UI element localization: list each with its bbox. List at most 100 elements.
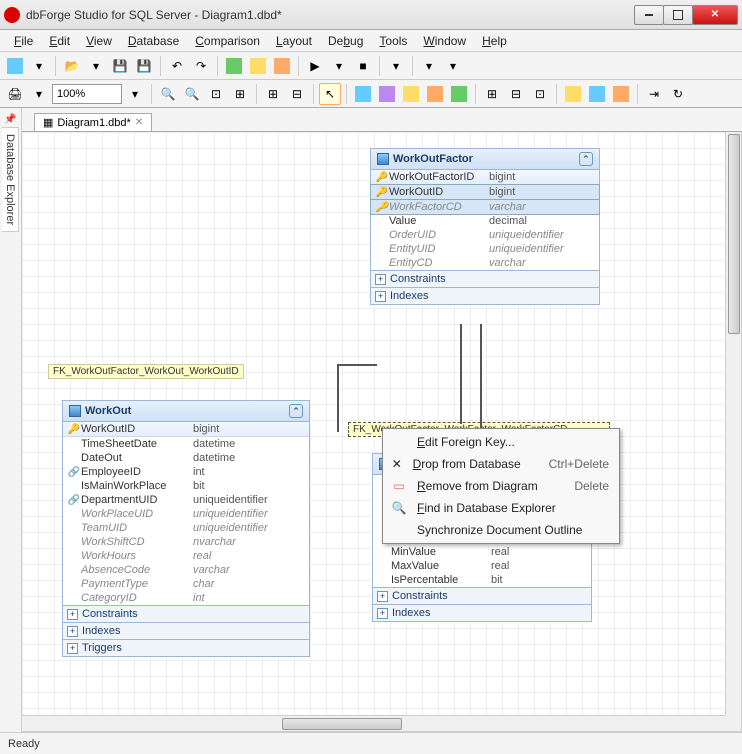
- task-button[interactable]: [223, 55, 245, 77]
- fk-label-workout[interactable]: FK_WorkOutFactor_WorkOut_WorkOutID: [48, 364, 244, 379]
- style3-button[interactable]: [610, 83, 632, 105]
- tab-diagram1[interactable]: ▦ Diagram1.dbd* ✕: [34, 113, 152, 131]
- zoomfit-button[interactable]: ⊡: [205, 83, 227, 105]
- run-button[interactable]: ▶: [304, 55, 326, 77]
- entity-header[interactable]: WorkOut ⌃: [63, 401, 309, 422]
- entity-workout[interactable]: WorkOut ⌃ 🔑WorkOutIDbigintTimeSheetDated…: [62, 400, 310, 657]
- relationship-line[interactable]: [337, 364, 377, 366]
- entity-workoutfactor[interactable]: WorkOutFactor ⌃ 🔑WorkOutFactorIDbigint🔑W…: [370, 148, 600, 305]
- menu-file[interactable]: File: [6, 32, 41, 50]
- nav-end-button[interactable]: ⇥: [643, 83, 665, 105]
- page-button[interactable]: ▾: [28, 83, 50, 105]
- section-indexes[interactable]: +Indexes: [371, 287, 599, 304]
- column-row[interactable]: 🔑WorkOutIDbigint: [63, 422, 309, 437]
- entity-header[interactable]: WorkOutFactor ⌃: [371, 149, 599, 170]
- stop-button[interactable]: ■: [352, 55, 374, 77]
- menu-comparison[interactable]: Comparison: [187, 32, 268, 50]
- column-row[interactable]: CategoryIDint: [63, 591, 309, 605]
- column-row[interactable]: MinValuereal: [373, 545, 591, 559]
- menu-view[interactable]: View: [78, 32, 120, 50]
- relationship-line[interactable]: [460, 324, 462, 424]
- collapse-icon[interactable]: ⌃: [579, 152, 593, 166]
- column-row[interactable]: OrderUIDuniqueidentifier: [371, 228, 599, 242]
- column-row[interactable]: TeamUIDuniqueidentifier: [63, 521, 309, 535]
- menu-window[interactable]: Window: [415, 32, 474, 50]
- print-button[interactable]: 🖨: [4, 83, 26, 105]
- pin-icon[interactable]: 📌: [4, 114, 16, 125]
- column-row[interactable]: 🔑WorkOutFactorIDbigint: [371, 170, 599, 185]
- column-row[interactable]: IsMainWorkPlacebit: [63, 479, 309, 493]
- redo-button[interactable]: ↷: [190, 55, 212, 77]
- menu-database[interactable]: Database: [120, 32, 187, 50]
- collapse-icon[interactable]: ⌃: [289, 404, 303, 418]
- zoom-dropdown[interactable]: ▾: [124, 83, 146, 105]
- diagram-canvas[interactable]: WorkOutFactor ⌃ 🔑WorkOutFactorIDbigint🔑W…: [22, 132, 742, 732]
- menu-debug[interactable]: Debug: [320, 32, 371, 50]
- ctx-edit-fk[interactable]: Edit Foreign Key...: [385, 431, 617, 453]
- autolayout-button[interactable]: ⊞: [262, 83, 284, 105]
- new-query-button[interactable]: ▾: [28, 55, 50, 77]
- column-row[interactable]: AbsenceCodevarchar: [63, 563, 309, 577]
- section-constraints[interactable]: +Constraints: [63, 605, 309, 622]
- zoomout-button[interactable]: 🔍: [181, 83, 203, 105]
- misc1-button[interactable]: ▾: [418, 55, 440, 77]
- refresh-button[interactable]: ↻: [667, 83, 689, 105]
- container3-button[interactable]: [424, 83, 446, 105]
- note-button[interactable]: [448, 83, 470, 105]
- column-row[interactable]: IsPercentablebit: [373, 573, 591, 587]
- ctx-remove-diagram[interactable]: ▭Remove from DiagramDelete: [385, 475, 617, 497]
- misc2-button[interactable]: ▾: [442, 55, 464, 77]
- undo-button[interactable]: ↶: [166, 55, 188, 77]
- menu-edit[interactable]: Edit: [41, 32, 78, 50]
- close-button[interactable]: [692, 5, 738, 25]
- open-button[interactable]: 📂: [61, 55, 83, 77]
- menu-help[interactable]: Help: [474, 32, 515, 50]
- column-row[interactable]: EntityUIDuniqueidentifier: [371, 242, 599, 256]
- relationship-line[interactable]: [337, 364, 339, 432]
- zoom-combo[interactable]: 100%: [52, 84, 122, 104]
- ctx-sync-outline[interactable]: Synchronize Document Outline: [385, 519, 617, 541]
- zoomin-button[interactable]: 🔍: [157, 83, 179, 105]
- column-row[interactable]: 🔑WorkFactorCDvarchar: [370, 199, 600, 215]
- column-row[interactable]: Valuedecimal: [371, 214, 599, 228]
- group3-button[interactable]: ⊡: [529, 83, 551, 105]
- column-row[interactable]: EntityCDvarchar: [371, 256, 599, 270]
- layout2-button[interactable]: ⊟: [286, 83, 308, 105]
- ctx-find-explorer[interactable]: 🔍Find in Database Explorer: [385, 497, 617, 519]
- task2-button[interactable]: [247, 55, 269, 77]
- column-row[interactable]: 🔑WorkOutIDbigint: [370, 184, 600, 200]
- scrollbar-thumb[interactable]: [282, 718, 402, 730]
- tab-close-icon[interactable]: ✕: [135, 117, 143, 128]
- sidebar-tab-dbexplorer[interactable]: Database Explorer: [2, 127, 19, 232]
- column-row[interactable]: 🔗EmployeeIDint: [63, 465, 309, 479]
- zoomsel-button[interactable]: ⊞: [229, 83, 251, 105]
- container2-button[interactable]: [400, 83, 422, 105]
- column-row[interactable]: PaymentTypechar: [63, 577, 309, 591]
- pointer-button[interactable]: ↖: [319, 83, 341, 105]
- style2-button[interactable]: [586, 83, 608, 105]
- menu-tools[interactable]: Tools: [371, 32, 415, 50]
- section-indexes[interactable]: +Indexes: [63, 622, 309, 639]
- group1-button[interactable]: ⊞: [481, 83, 503, 105]
- task3-button[interactable]: [271, 55, 293, 77]
- column-row[interactable]: WorkPlaceUIDuniqueidentifier: [63, 507, 309, 521]
- db-button[interactable]: ▾: [385, 55, 407, 77]
- save-button[interactable]: 💾: [109, 55, 131, 77]
- column-row[interactable]: MaxValuereal: [373, 559, 591, 573]
- column-row[interactable]: TimeSheetDatedatetime: [63, 437, 309, 451]
- section-constraints[interactable]: +Constraints: [373, 587, 591, 604]
- horizontal-scrollbar[interactable]: [22, 715, 725, 731]
- column-row[interactable]: 🔗DepartmentUIDuniqueidentifier: [63, 493, 309, 507]
- section-triggers[interactable]: +Triggers: [63, 639, 309, 656]
- group2-button[interactable]: ⊟: [505, 83, 527, 105]
- container1-button[interactable]: [376, 83, 398, 105]
- maximize-button[interactable]: [663, 5, 693, 25]
- save-all-button[interactable]: 💾: [133, 55, 155, 77]
- column-row[interactable]: WorkShiftCDnvarchar: [63, 535, 309, 549]
- column-row[interactable]: DateOutdatetime: [63, 451, 309, 465]
- section-constraints[interactable]: +Constraints: [371, 270, 599, 287]
- minimize-button[interactable]: [634, 5, 664, 25]
- column-row[interactable]: WorkHoursreal: [63, 549, 309, 563]
- add-table-button[interactable]: [352, 83, 374, 105]
- style1-button[interactable]: [562, 83, 584, 105]
